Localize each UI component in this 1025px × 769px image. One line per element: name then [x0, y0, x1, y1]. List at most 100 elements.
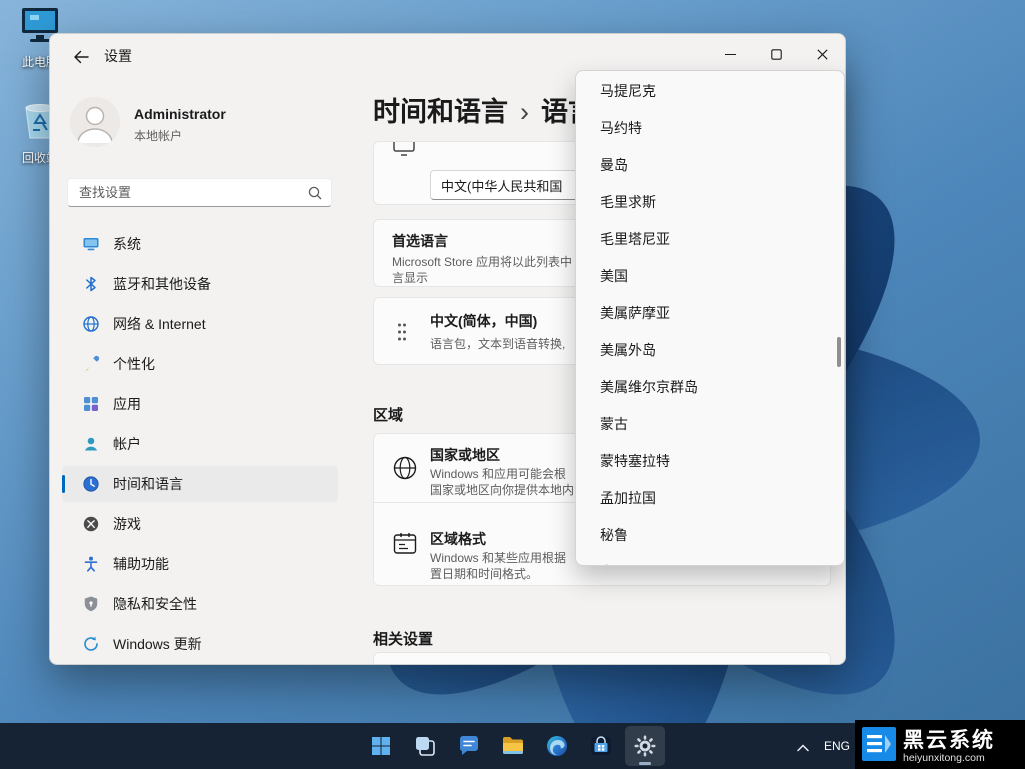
region-section-title: 区域 [373, 407, 404, 424]
taskbar-icons [361, 726, 665, 766]
dropdown-item[interactable]: 毛里塔尼亚 [576, 221, 844, 258]
apps-icon [82, 395, 100, 413]
related-settings-card [373, 652, 831, 664]
chat-button[interactable] [449, 726, 489, 766]
personalization-icon [82, 355, 100, 373]
sidebar-item-label: 辅助功能 [113, 556, 169, 572]
avatar[interactable] [70, 97, 120, 147]
format-card-desc2: 置日期和时间格式。 [430, 567, 539, 581]
dropdown-item[interactable]: 马提尼克 [576, 73, 844, 110]
sidebar-nav: 系统 蓝牙和其他设备 网络 & Internet 个性化 应用 帐户 时间和语言… [62, 226, 338, 664]
sidebar-item-windows-update[interactable]: Windows 更新 [62, 626, 338, 662]
tray-chevron-button[interactable] [797, 739, 809, 757]
format-card-title: 区域格式 [430, 531, 486, 547]
gaming-icon [82, 515, 100, 533]
task-view-button[interactable] [405, 726, 445, 766]
sidebar-item-gaming[interactable]: 游戏 [62, 506, 338, 542]
back-arrow-icon [74, 50, 89, 64]
country-card-desc2: 国家或地区向你提供本地内 [430, 483, 575, 497]
preferred-languages-desc1: Microsoft Store 应用将以此列表中 [392, 255, 573, 269]
preferred-languages-desc2: 言显示 [392, 271, 429, 285]
privacy-icon [82, 595, 100, 613]
settings-gear-icon [634, 735, 656, 757]
breadcrumb-chevron-icon: › [520, 97, 529, 127]
dropdown-item[interactable]: 孟加拉国 [576, 480, 844, 517]
dropdown-item[interactable]: 蒙特塞拉特 [576, 443, 844, 480]
time-language-icon [82, 475, 100, 493]
dropdown-item[interactable]: 密克罗尼西亚 [576, 554, 844, 565]
window-title: 设置 [104, 48, 132, 64]
start-icon [372, 737, 390, 755]
language-indicator[interactable]: ENG [824, 723, 850, 769]
watermark-url: heiyunxitong.com [903, 752, 985, 764]
drag-handle-icon[interactable] [396, 321, 408, 343]
sidebar-item-label: 时间和语言 [113, 476, 183, 492]
sidebar-item-label: Windows 更新 [113, 636, 202, 652]
globe-icon [393, 456, 417, 480]
dropdown-item[interactable]: 曼岛 [576, 147, 844, 184]
network-icon [82, 315, 100, 333]
dropdown-item[interactable]: 秘鲁 [576, 517, 844, 554]
country-card-desc1: Windows 和应用可能会根 [430, 467, 567, 481]
accounts-icon [82, 435, 100, 453]
file-explorer-icon [503, 737, 523, 754]
store-button[interactable] [581, 726, 621, 766]
sidebar-item-label: 应用 [113, 396, 141, 412]
store-icon [591, 736, 611, 755]
search-icon [308, 186, 322, 200]
user-account-type: 本地帐户 [134, 129, 183, 143]
system-icon [82, 235, 100, 253]
dropdown-item[interactable]: 蒙古 [576, 406, 844, 443]
regional-format-icon [393, 533, 417, 554]
country-card-title: 国家或地区 [430, 447, 500, 463]
settings-sidebar: Administrator 本地帐户 系统 蓝牙和其他设备 网络 & Inter… [50, 78, 350, 664]
dropdown-item[interactable]: 美属萨摩亚 [576, 295, 844, 332]
sidebar-item-time-language[interactable]: 时间和语言 [62, 466, 338, 502]
dropdown-item[interactable]: 马约特 [576, 110, 844, 147]
watermark-title: 黑云系统 [903, 729, 995, 752]
dropdown-item[interactable]: 美属维尔京群岛 [576, 369, 844, 406]
dropdown-item[interactable]: 美属外岛 [576, 332, 844, 369]
display-language-value: 中文(中华人民共和国 [441, 178, 563, 194]
display-icon [393, 142, 415, 156]
sidebar-item-label: 蓝牙和其他设备 [113, 276, 211, 292]
close-button[interactable] [799, 34, 845, 74]
user-icon [70, 97, 120, 147]
sidebar-item-label: 帐户 [113, 436, 141, 452]
sidebar-item-apps[interactable]: 应用 [62, 386, 338, 422]
maximize-button[interactable] [753, 34, 799, 74]
sidebar-item-system[interactable]: 系统 [62, 226, 338, 262]
selected-indicator [62, 475, 65, 493]
language-item-title: 中文(简体，中国) [430, 313, 538, 329]
dropdown-item[interactable]: 美国 [576, 258, 844, 295]
settings-button[interactable] [625, 726, 665, 766]
language-item-desc: 语言包，文本到语音转换, [430, 337, 566, 351]
file-explorer-button[interactable] [493, 726, 533, 766]
maximize-icon [770, 48, 782, 60]
dropdown-scrollbar[interactable] [837, 337, 841, 367]
chevron-up-icon [797, 744, 809, 752]
accessibility-icon [82, 555, 100, 573]
sidebar-item-label: 网络 & Internet [113, 316, 206, 332]
sidebar-item-bluetooth[interactable]: 蓝牙和其他设备 [62, 266, 338, 302]
start-button[interactable] [361, 726, 401, 766]
edge-button[interactable] [537, 726, 577, 766]
dropdown-item[interactable]: 毛里求斯 [576, 184, 844, 221]
sidebar-item-network[interactable]: 网络 & Internet [62, 306, 338, 342]
sidebar-item-privacy[interactable]: 隐私和安全性 [62, 586, 338, 622]
breadcrumb-parent[interactable]: 时间和语言 [373, 97, 508, 127]
sidebar-item-accessibility[interactable]: 辅助功能 [62, 546, 338, 582]
watermark: 黑云系统 heiyunxitong.com [855, 720, 1025, 769]
related-section-title: 相关设置 [373, 631, 434, 648]
close-icon [816, 48, 828, 60]
user-name: Administrator [134, 106, 226, 122]
settings-search [67, 178, 332, 207]
back-button[interactable] [66, 45, 96, 69]
minimize-button[interactable] [707, 34, 753, 74]
bluetooth-icon [82, 275, 100, 293]
sidebar-item-personalization[interactable]: 个性化 [62, 346, 338, 382]
format-card-desc1: Windows 和某些应用根据 [430, 551, 567, 565]
search-input[interactable] [68, 179, 331, 206]
task-view-icon [416, 737, 435, 756]
sidebar-item-accounts[interactable]: 帐户 [62, 426, 338, 462]
